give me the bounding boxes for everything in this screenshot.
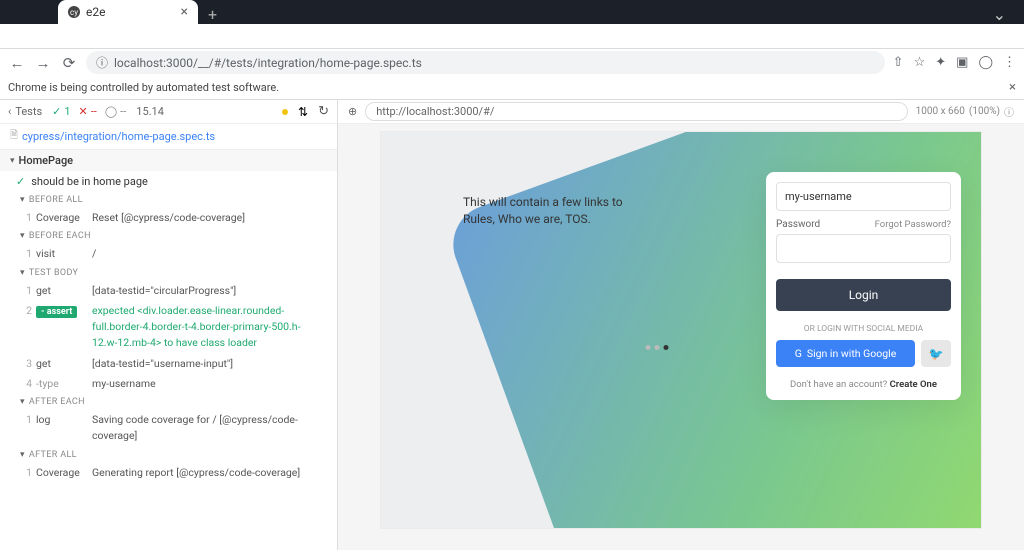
cmd-row[interactable]: 3get[data-testid="username-input"] — [0, 354, 337, 374]
section-after-each[interactable]: ▾AFTER EACH — [0, 394, 337, 410]
browser-tab[interactable]: cy e2e × — [58, 0, 198, 24]
spec-file-link[interactable]: 🗎 cypress/integration/home-page.spec.ts — [0, 124, 337, 150]
login-button[interactable]: Login — [776, 279, 951, 311]
address-text: localhost:3000/__/#/tests/integration/ho… — [114, 56, 422, 70]
caret-down-icon: ▾ — [10, 156, 15, 166]
main-area: ‹ Tests ✓ 1 ✕ -- ◯ -- 15.14 ⇅ ↻ 🗎 cypres… — [0, 100, 1024, 550]
dot-icon[interactable] — [655, 345, 660, 350]
tab-chevron-icon[interactable]: ⌄ — [983, 5, 1016, 24]
automation-notice-text: Chrome is being controlled by automated … — [8, 81, 279, 94]
check-icon: ✓ — [16, 175, 25, 188]
carousel-dots[interactable] — [646, 345, 669, 350]
preview-url-bar: ⊕ http://localhost:3000/#/ 1000 x 660 (1… — [338, 100, 1024, 124]
new-tab-button[interactable]: + — [198, 5, 227, 24]
cmd-row[interactable]: 4-typemy-username — [0, 374, 337, 394]
google-icon: G — [795, 347, 802, 360]
address-bar[interactable]: ⓘ localhost:3000/__/#/tests/integration/… — [86, 51, 885, 74]
info-icon: ⓘ — [1004, 104, 1014, 119]
cmd-row[interactable]: 1get[data-testid="circularProgress"] — [0, 281, 337, 301]
cmd-row-assert[interactable]: 2- assertexpected <div.loader.ease-linea… — [0, 301, 337, 354]
section-test-body[interactable]: ▾TEST BODY — [0, 265, 337, 281]
reload-button[interactable]: ⟳ — [60, 54, 78, 72]
tab-strip: cy e2e × + ⌄ — [0, 0, 1024, 24]
tab-title: e2e — [86, 5, 105, 19]
fail-count: ✕ -- — [79, 105, 97, 118]
cypress-favicon-icon: cy — [68, 6, 80, 18]
restart-icon[interactable]: ↻ — [318, 104, 329, 119]
timer: 15.14 — [136, 105, 164, 118]
section-before-all[interactable]: ▾BEFORE ALL — [0, 192, 337, 208]
info-icon: ⓘ — [96, 54, 108, 71]
status-dot-icon — [282, 109, 288, 115]
selector-playground-icon[interactable]: ⊕ — [348, 105, 357, 118]
username-input[interactable] — [776, 182, 951, 211]
marketing-copy: This will contain a few links to Rules, … — [463, 194, 633, 228]
assert-badge: - assert — [36, 306, 77, 318]
app-under-test: This will contain a few links to Rules, … — [381, 132, 981, 528]
preview-url[interactable]: http://localhost:3000/#/ — [365, 102, 907, 121]
twitter-signin-button[interactable]: 🐦 — [921, 340, 951, 367]
app-frame: This will contain a few links to Rules, … — [338, 124, 1024, 550]
test-row[interactable]: ✓ should be in home page — [0, 171, 337, 192]
forgot-password-link[interactable]: Forgot Password? — [875, 219, 951, 230]
dot-icon-active[interactable] — [664, 345, 669, 350]
cmd-row[interactable]: 1logSaving code coverage for / [@cypress… — [0, 410, 337, 447]
google-signin-button[interactable]: G Sign in with Google — [776, 340, 915, 367]
cmd-row[interactable]: 1visit/ — [0, 244, 337, 264]
forward-button[interactable]: → — [34, 54, 52, 72]
section-before-each[interactable]: ▾BEFORE EACH — [0, 228, 337, 244]
menu-icon[interactable]: ⋮ — [1003, 55, 1016, 70]
close-notice-button[interactable]: × — [1009, 80, 1016, 95]
star-icon[interactable]: ☆ — [914, 55, 926, 70]
extensions-icon[interactable]: ✦ — [935, 55, 946, 70]
sort-icon[interactable]: ⇅ — [298, 105, 308, 119]
cypress-reporter-panel: ‹ Tests ✓ 1 ✕ -- ◯ -- 15.14 ⇅ ↻ 🗎 cypres… — [0, 100, 338, 550]
create-one-link[interactable]: Create One — [890, 379, 937, 390]
create-account-row: Don't have an account? Create One — [776, 379, 951, 390]
viewport-info[interactable]: 1000 x 660 (100%) ⓘ — [916, 104, 1014, 119]
close-tab-icon[interactable]: × — [181, 4, 188, 20]
panel-icon[interactable]: ▣ — [956, 55, 968, 70]
test-title: should be in home page — [31, 175, 148, 188]
back-button[interactable]: ← — [8, 54, 26, 72]
profile-icon[interactable]: ◯ — [978, 55, 993, 70]
dot-icon[interactable] — [646, 345, 651, 350]
runner-header: ‹ Tests ✓ 1 ✕ -- ◯ -- 15.14 ⇅ ↻ — [0, 100, 337, 124]
share-icon[interactable]: ⇧ — [893, 55, 904, 70]
back-to-tests-button[interactable]: ‹ Tests — [8, 105, 42, 118]
social-divider: OR LOGIN WITH SOCIAL MEDIA — [776, 324, 951, 334]
password-label: Password — [776, 219, 820, 230]
browser-nav-bar: ← → ⟳ ⓘ localhost:3000/__/#/tests/integr… — [0, 48, 1024, 76]
suite-title: HomePage — [19, 154, 74, 167]
cmd-row[interactable]: 1CoverageReset [@cypress/code-coverage] — [0, 208, 337, 228]
file-icon: 🗎 — [10, 128, 18, 145]
section-after-all[interactable]: ▾AFTER ALL — [0, 447, 337, 463]
password-label-row: Password Forgot Password? — [776, 219, 951, 230]
password-input[interactable] — [776, 234, 951, 263]
suite-row[interactable]: ▾ HomePage — [0, 150, 337, 171]
cmd-row[interactable]: 1CoverageGenerating report [@cypress/cod… — [0, 463, 337, 483]
pass-count: ✓ 1 — [52, 105, 70, 118]
toolbar-right: ⇧ ☆ ✦ ▣ ◯ ⋮ — [893, 55, 1016, 70]
twitter-icon: 🐦 — [929, 347, 944, 361]
automation-notice-bar: Chrome is being controlled by automated … — [0, 76, 1024, 100]
pending-count: ◯ -- — [105, 105, 126, 118]
login-card: Password Forgot Password? Login OR LOGIN… — [766, 172, 961, 400]
app-preview-panel: ⊕ http://localhost:3000/#/ 1000 x 660 (1… — [338, 100, 1024, 550]
